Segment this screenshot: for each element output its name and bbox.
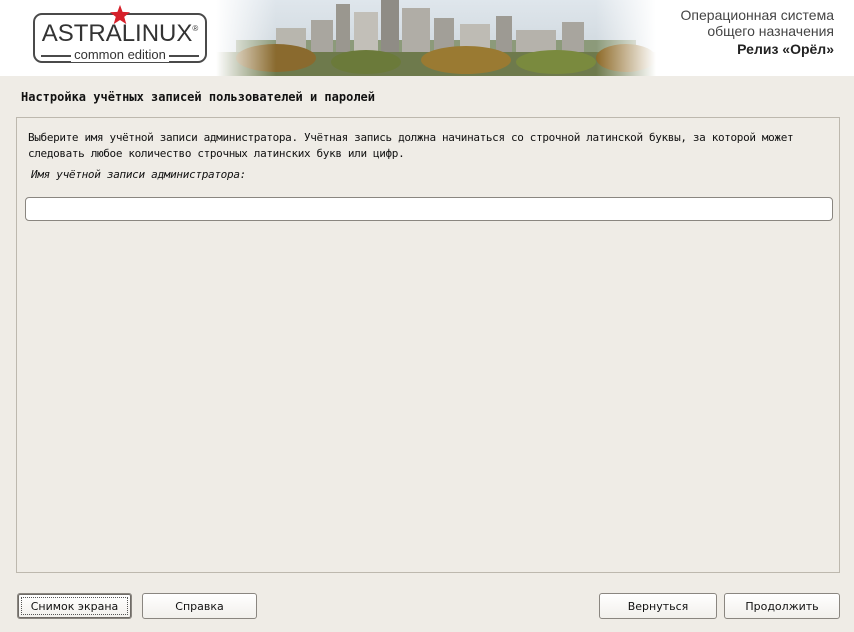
logo-subtitle: common edition — [35, 47, 205, 62]
screenshot-button[interactable]: Снимок экрана — [17, 593, 132, 619]
page-title: Настройка учётных записей пользователей … — [21, 90, 376, 104]
os-description: Операционная система общего назначения Р… — [681, 7, 834, 57]
help-button-label: Справка — [175, 599, 224, 613]
admin-username-input[interactable] — [25, 197, 833, 221]
city-photo-banner — [216, 0, 656, 76]
header-banner: ASTRALINUX® common edition Операционная … — [0, 0, 854, 76]
astralinux-logo: ASTRALINUX® common edition — [33, 4, 207, 63]
description-text: Выберите имя учётной записи администрато… — [28, 131, 794, 160]
release-name: Релиз «Орёл» — [737, 41, 834, 57]
continue-button[interactable]: Продолжить — [724, 593, 840, 619]
back-button-label: Вернуться — [627, 599, 689, 613]
content-panel: Выберите имя учётной записи администрато… — [16, 117, 840, 573]
help-button[interactable]: Справка — [142, 593, 257, 619]
logo-title: ASTRALINUX® — [41, 20, 199, 47]
os-line2: общего назначения — [707, 23, 834, 39]
admin-username-label: Имя учётной записи администратора: — [31, 168, 246, 181]
os-line1: Операционная система — [680, 7, 834, 23]
back-button[interactable]: Вернуться — [599, 593, 717, 619]
continue-button-label: Продолжить — [745, 599, 819, 613]
